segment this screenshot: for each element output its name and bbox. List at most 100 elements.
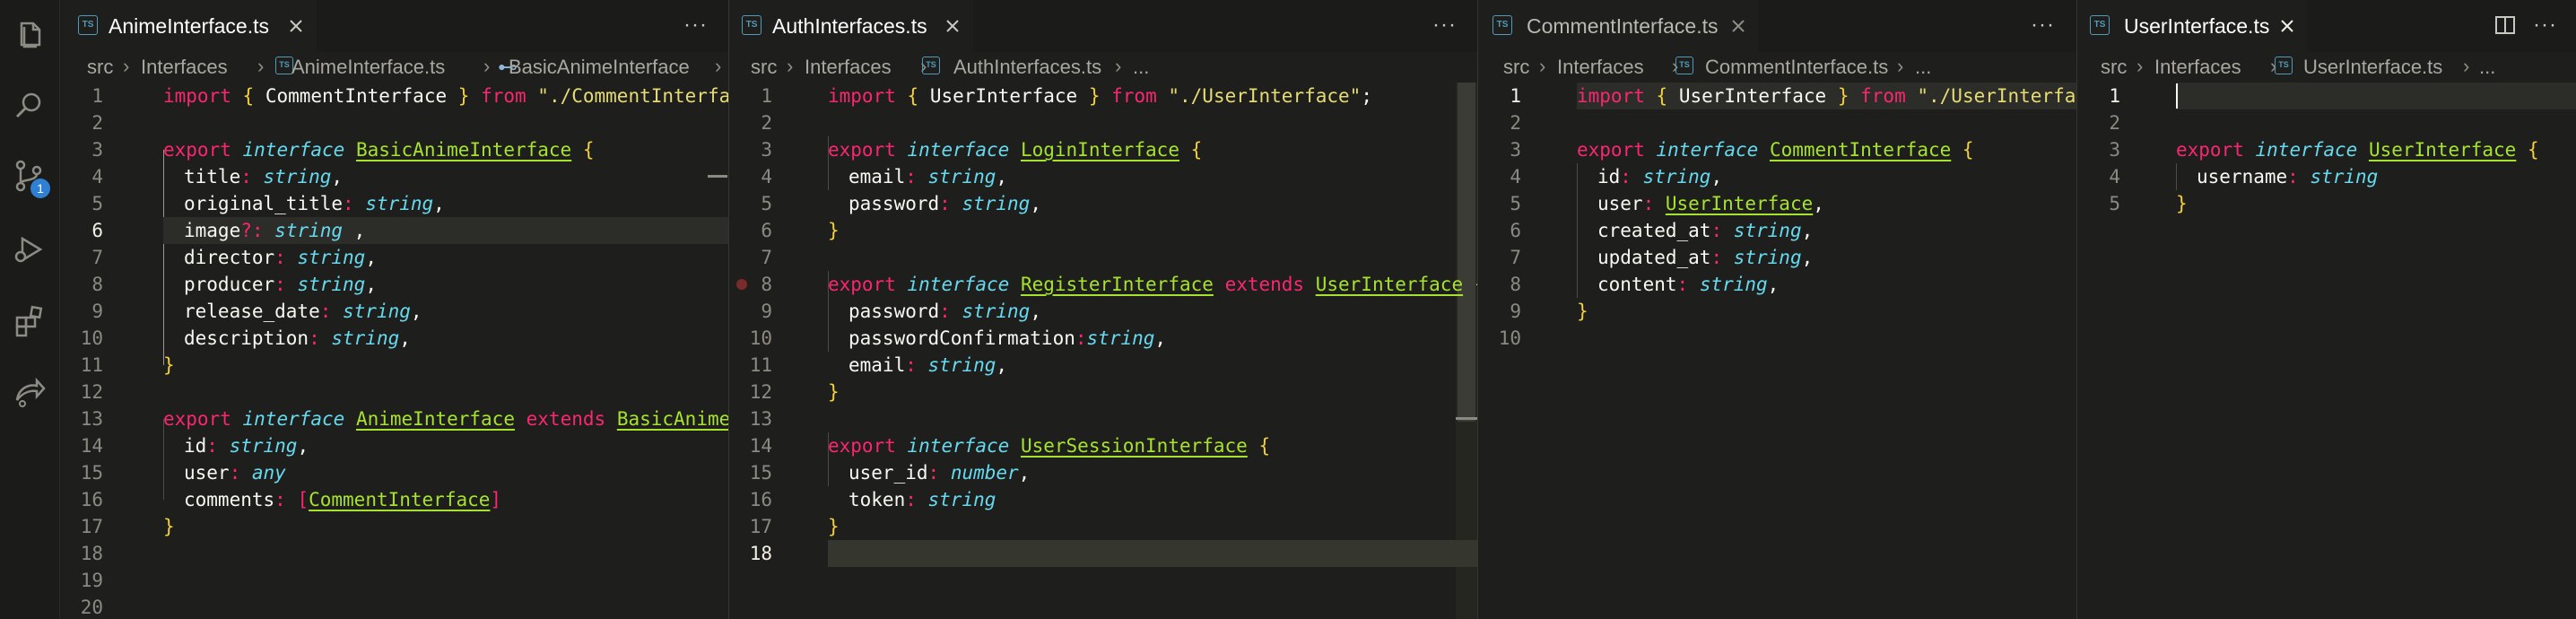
tab-auth-interfaces[interactable]: TS AuthInterfaces.ts (729, 0, 973, 52)
close-icon[interactable] (943, 16, 962, 36)
line-number: 1 (1510, 85, 1521, 107)
code-line: export interface RegisterInterface exten… (828, 274, 1477, 295)
breadcrumb-item[interactable]: Interfaces (805, 56, 892, 79)
line-number: 2 (761, 112, 772, 134)
breadcrumb-item[interactable]: AuthInterfaces.ts (953, 56, 1101, 79)
breadcrumb-item[interactable]: AnimeInterface.ts (292, 56, 445, 79)
files-icon[interactable] (10, 16, 49, 56)
code-line: username: string (2197, 166, 2379, 187)
source-control-badge: 1 (30, 179, 50, 198)
split-editor-icon[interactable] (2493, 13, 2517, 37)
breadcrumb-item[interactable]: Interfaces (2154, 56, 2241, 79)
code-line: user: UserInterface, (1597, 193, 1824, 214)
code-line: } (163, 516, 175, 537)
chevron-right-icon: › (1539, 55, 1546, 77)
code-line: password: string, (849, 301, 1041, 322)
line-number: 3 (2109, 139, 2120, 161)
editor-pane-auth: TS AuthInterfaces.ts ··· src › Interface… (729, 0, 1477, 619)
editor-pane-user: TS UserInterface.ts ··· src › Interfaces… (2077, 0, 2576, 619)
typescript-file-icon: TS (275, 57, 293, 74)
code-line: passwordConfirmation:string, (849, 327, 1167, 349)
extensions-icon[interactable] (10, 301, 49, 341)
close-icon[interactable] (2277, 16, 2297, 36)
activity-bar: 1 (0, 0, 60, 619)
close-icon[interactable] (286, 16, 306, 36)
line-number: 5 (1510, 193, 1521, 214)
tab-label: AnimeInterface.ts (109, 14, 269, 38)
close-icon[interactable] (1728, 16, 1748, 36)
chevron-right-icon: › (483, 55, 491, 77)
code-line: } (828, 381, 840, 403)
code-line: created_at: string, (1597, 220, 1814, 241)
code-line: } (2176, 193, 2188, 214)
code-line: } (828, 516, 840, 537)
breadcrumb-item[interactable]: BasicAnimeInterface (509, 56, 690, 79)
code-line: updated_at: string, (1597, 247, 1814, 268)
line-number: 1 (91, 85, 103, 107)
line-number: 7 (761, 247, 772, 268)
tab-user-interface[interactable]: TS UserInterface.ts (2077, 0, 2307, 52)
code-line: token: string (849, 489, 996, 510)
tab-anime-interface[interactable]: TS AnimeInterface.ts (60, 0, 317, 52)
breadcrumb-item[interactable]: ... (2479, 56, 2495, 79)
breadcrumb-item[interactable]: Interfaces (141, 56, 228, 79)
tab-bar: TS UserInterface.ts ··· (2077, 0, 2576, 52)
breadcrumb-item[interactable]: ... (1133, 56, 1149, 79)
code-line: user_id: number, (849, 462, 1031, 484)
code-line: export interface LoginInterface { (828, 139, 1203, 161)
code-line: } (1577, 301, 1588, 322)
line-number: 3 (761, 139, 772, 161)
code-editor[interactable]: 1 import { UserInterface } from "./UserIn… (729, 83, 1477, 619)
breadcrumb-item[interactable]: UserInterface.ts (2303, 56, 2442, 79)
code-line: description: string, (184, 327, 411, 349)
line-number: 6 (91, 220, 103, 241)
breadcrumb: src › Interfaces › TS AnimeInterface.ts … (60, 52, 728, 83)
line-number: 13 (80, 408, 103, 430)
code-line: release_date: string, (184, 301, 422, 322)
line-number: 17 (80, 516, 103, 537)
code-line: export interface CommentInterface { (1577, 139, 1974, 161)
tab-comment-interface[interactable]: TS CommentInterface.ts (1478, 0, 1758, 52)
code-editor[interactable]: 1 import { CommentInterface } from "./Com… (60, 83, 728, 619)
code-line: comments: [CommentInterface] (184, 489, 502, 510)
breadcrumb-item[interactable]: ... (1915, 56, 1931, 79)
code-line: import { CommentInterface } from "./Comm… (163, 85, 728, 107)
code-editor[interactable]: 1 2 3 export interface UserInterface { 4 u… (2077, 83, 2576, 619)
more-actions-icon[interactable]: ··· (2031, 13, 2055, 38)
breadcrumb-item[interactable]: src (87, 56, 113, 79)
breadcrumb-item[interactable]: src (1503, 56, 1529, 79)
chevron-right-icon: › (257, 55, 265, 77)
search-icon[interactable] (10, 86, 49, 126)
code-line: import { UserInterface } from "./UserInt… (1577, 85, 2076, 107)
breadcrumb-item[interactable]: src (751, 56, 777, 79)
code-line: } (163, 354, 175, 376)
line-number: 4 (91, 166, 103, 187)
breadcrumb-item[interactable]: src (2101, 56, 2127, 79)
code-line: export interface AnimeInterface extends … (163, 408, 728, 430)
breadcrumb-item[interactable]: CommentInterface.ts (1705, 56, 1888, 79)
chevron-right-icon: › (2137, 55, 2144, 77)
line-number: 18 (749, 543, 772, 564)
line-number: 16 (80, 489, 103, 510)
breadcrumb-item[interactable]: Interfaces (1557, 56, 1644, 79)
more-actions-icon[interactable]: ··· (2533, 13, 2557, 38)
more-actions-icon[interactable]: ··· (683, 13, 708, 38)
line-number: 5 (91, 193, 103, 214)
typescript-file-icon: TS (922, 57, 940, 74)
tab-label: UserInterface.ts (2124, 14, 2270, 38)
code-editor[interactable]: 1 import { UserInterface } from "./UserIn… (1478, 83, 2076, 619)
remote-explorer-icon[interactable] (10, 373, 49, 413)
code-line: id: string, (1597, 166, 1723, 187)
line-number: 7 (91, 247, 103, 268)
code-line: image?: string , (184, 220, 366, 241)
line-number: 6 (761, 220, 772, 241)
line-number: 5 (761, 193, 772, 214)
current-line-highlight (2176, 83, 2576, 109)
editor-pane-comment: TS CommentInterface.ts ··· src › Interfa… (1478, 0, 2076, 619)
run-debug-icon[interactable] (10, 230, 49, 269)
more-actions-icon[interactable]: ··· (1432, 13, 1457, 38)
chevron-right-icon: › (1115, 55, 1122, 77)
line-number: 2 (1510, 112, 1521, 134)
typescript-file-icon: TS (1675, 57, 1693, 74)
line-number: 2 (2109, 112, 2120, 134)
